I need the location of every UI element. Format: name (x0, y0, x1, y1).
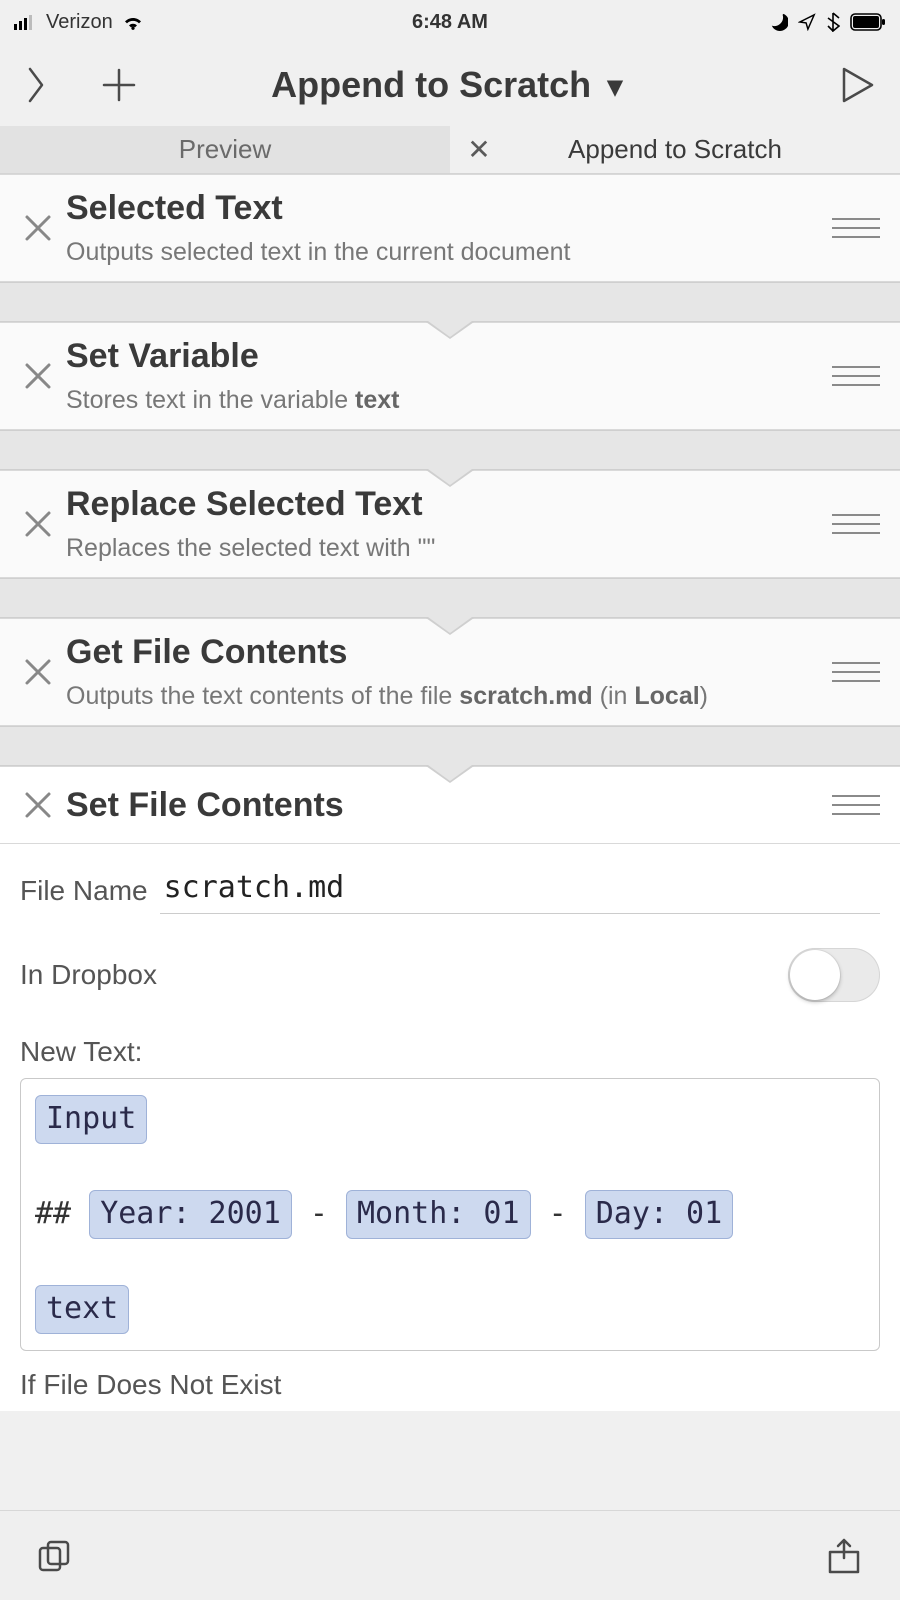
file-name-input[interactable] (160, 868, 880, 914)
page-title: Append to Scratch (271, 64, 591, 105)
drag-handle-icon[interactable] (824, 514, 884, 534)
bottom-toolbar (0, 1510, 900, 1600)
tab-preview[interactable]: Preview (0, 126, 450, 173)
token-year[interactable]: Year: 2001 (89, 1190, 292, 1239)
nav-bar: Append to Scratch ▼ (0, 44, 900, 126)
new-text-label: New Text: (20, 1036, 142, 1067)
add-button[interactable] (100, 66, 138, 104)
status-bar: Verizon 6:48 AM (0, 0, 900, 44)
do-not-disturb-icon (770, 13, 788, 31)
delete-step-button[interactable] (16, 509, 60, 539)
chevron-down-icon: ▼ (601, 71, 629, 102)
step-subtitle: Outputs the text contents of the file sc… (66, 682, 824, 711)
step-selected-text[interactable]: Selected Text Outputs selected text in t… (0, 174, 900, 282)
connector (0, 578, 900, 618)
signal-icon (14, 14, 38, 30)
token-month[interactable]: Month: 01 (346, 1190, 531, 1239)
share-button[interactable] (824, 1536, 864, 1576)
token-text[interactable]: text (35, 1285, 129, 1334)
drag-handle-icon[interactable] (824, 366, 884, 386)
step-detail-panel: File Name In Dropbox New Text: Input ## … (0, 844, 900, 1411)
drag-handle-icon[interactable] (824, 662, 884, 682)
bluetooth-icon (826, 12, 840, 32)
tab-preview-label: Preview (179, 134, 271, 165)
carrier-label: Verizon (46, 11, 113, 34)
run-button[interactable] (838, 65, 876, 105)
step-subtitle: Outputs selected text in the current doc… (66, 238, 824, 267)
drag-handle-icon[interactable] (824, 218, 884, 238)
back-button[interactable] (24, 65, 46, 105)
step-subtitle: Replaces the selected text with "" (66, 534, 824, 563)
new-text-input[interactable]: Input ## Year: 2001 - Month: 01 - Day: 0… (20, 1078, 880, 1351)
token-input[interactable]: Input (35, 1095, 147, 1144)
connector (0, 282, 900, 322)
step-subtitle: Stores text in the variable text (66, 386, 824, 415)
connector (0, 726, 900, 766)
in-dropbox-toggle[interactable] (788, 948, 880, 1002)
tab-row: Preview ✕ Append to Scratch (0, 126, 900, 174)
step-title: Set File Contents (66, 786, 824, 825)
file-name-label: File Name (20, 875, 148, 907)
step-title: Get File Contents (66, 633, 824, 672)
delete-step-button[interactable] (16, 361, 60, 391)
delete-step-button[interactable] (16, 213, 60, 243)
location-icon (798, 13, 816, 31)
connector (0, 430, 900, 470)
drag-handle-icon[interactable] (824, 795, 884, 815)
token-day[interactable]: Day: 01 (585, 1190, 733, 1239)
copy-button[interactable] (36, 1538, 72, 1574)
battery-icon (850, 13, 886, 31)
in-dropbox-label: In Dropbox (20, 959, 157, 991)
tab-active[interactable]: ✕ Append to Scratch (450, 126, 900, 173)
close-tab-button[interactable]: ✕ (450, 133, 508, 166)
delete-step-button[interactable] (16, 657, 60, 687)
step-title: Replace Selected Text (66, 485, 824, 524)
if-file-does-not-exist-label: If File Does Not Exist (20, 1369, 880, 1401)
delete-step-button[interactable] (16, 790, 60, 820)
step-title: Selected Text (66, 189, 824, 228)
tab-active-label: Append to Scratch (508, 134, 900, 165)
step-title: Set Variable (66, 337, 824, 376)
wifi-icon (121, 13, 145, 31)
